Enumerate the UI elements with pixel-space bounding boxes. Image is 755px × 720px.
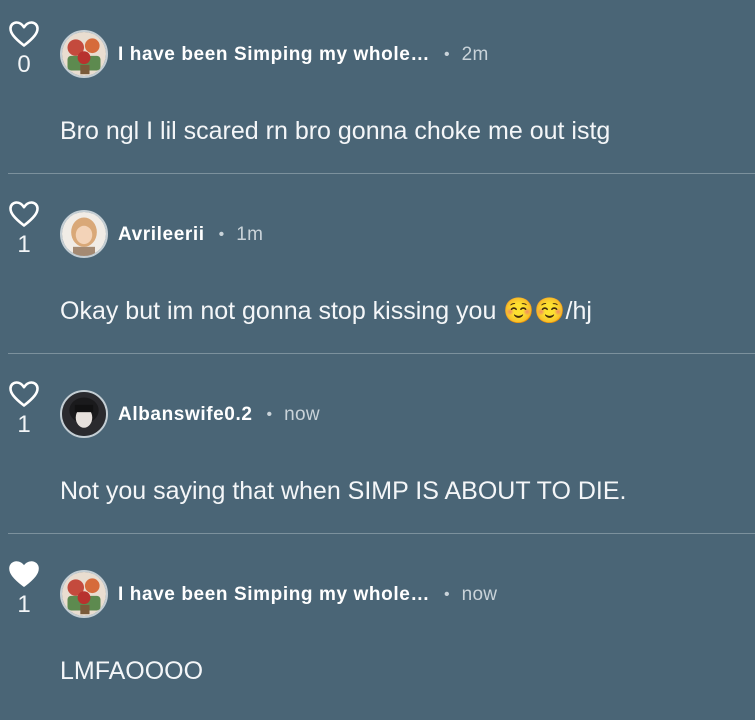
timestamp: now: [461, 584, 498, 605]
username[interactable]: Albanswife0.2: [118, 404, 253, 426]
comment-feed: 0 I have been Simping my whole… • 2m Bro…: [0, 0, 755, 709]
username[interactable]: I have been Simping my whole…: [118, 584, 430, 606]
username[interactable]: I have been Simping my whole…: [118, 44, 430, 66]
like-control: 1: [6, 200, 42, 258]
comment-meta: Albanswife0.2 • now: [118, 402, 320, 428]
like-control: 1: [6, 560, 42, 618]
separator-dot: •: [218, 226, 225, 243]
separator-dot: •: [443, 586, 450, 603]
like-count: 1: [17, 231, 31, 258]
comment-item: 1 Avrileerii • 1m Okay but im not gonna …: [0, 180, 755, 360]
timestamp: 2m: [461, 44, 489, 65]
heart-filled-icon[interactable]: [8, 560, 40, 588]
comment-meta: I have been Simping my whole… • 2m: [118, 42, 489, 68]
like-count: 1: [17, 591, 31, 618]
comment-meta: Avrileerii • 1m: [118, 222, 263, 248]
avatar[interactable]: [60, 30, 108, 78]
comment-text: LMFAOOOO: [60, 657, 204, 685]
avatar[interactable]: [60, 390, 108, 438]
timestamp: now: [284, 404, 320, 425]
comment-item: 0 I have been Simping my whole… • 2m Bro…: [0, 0, 755, 180]
comment-text: Not you saying that when SIMP IS ABOUT T…: [60, 477, 627, 505]
separator-dot: •: [266, 406, 273, 423]
comment-text: Bro ngl I lil scared rn bro gonna choke …: [60, 117, 611, 145]
like-control: 1: [6, 380, 42, 438]
comment-item: 1 I have been Simping my whole… • now LM…: [0, 540, 755, 720]
divider: [8, 173, 755, 174]
comment-item: 1 Albanswife0.2 • now Not you saying tha…: [0, 360, 755, 540]
like-count: 1: [17, 411, 31, 438]
username[interactable]: Avrileerii: [118, 224, 205, 246]
like-control: 0: [6, 20, 42, 78]
heart-outline-icon[interactable]: [8, 200, 40, 228]
avatar[interactable]: [60, 210, 108, 258]
like-count: 0: [17, 51, 31, 78]
avatar[interactable]: [60, 570, 108, 618]
heart-outline-icon[interactable]: [8, 20, 40, 48]
timestamp: 1m: [236, 224, 264, 245]
divider: [8, 533, 755, 534]
separator-dot: •: [443, 46, 450, 63]
comment-meta: I have been Simping my whole… • now: [118, 582, 497, 608]
heart-outline-icon[interactable]: [8, 380, 40, 408]
comment-text: Okay but im not gonna stop kissing you ☺…: [60, 297, 592, 325]
divider: [8, 353, 755, 354]
